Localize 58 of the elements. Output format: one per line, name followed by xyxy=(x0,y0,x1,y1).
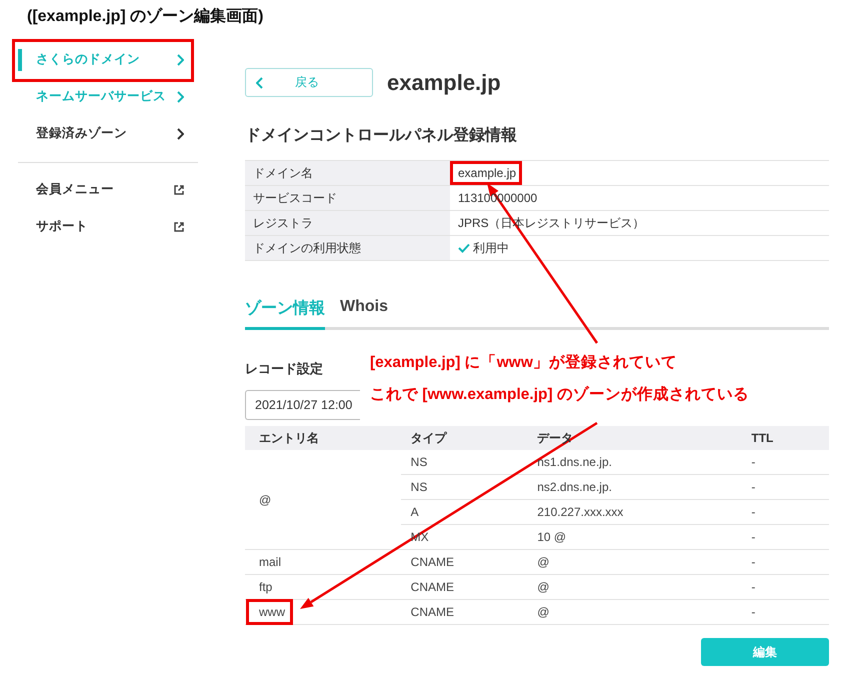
table-cell: ドメイン名 xyxy=(245,161,450,185)
chevron-right-icon xyxy=(176,54,184,66)
table-cell: NS xyxy=(410,455,428,469)
sidebar-item-label: さくらのドメイン xyxy=(36,51,140,68)
annotation-text: これで [www.example.jp] のゾーンが作成されている xyxy=(370,384,749,405)
chevron-left-icon xyxy=(256,76,264,88)
table-cell: 利用中 xyxy=(473,240,509,256)
tab[interactable]: Whois xyxy=(340,298,388,330)
date-field[interactable]: 2021/10/27 12:00 xyxy=(245,390,360,420)
sidebar-item-label: 会員メニュー xyxy=(36,181,114,198)
external-link-icon xyxy=(174,184,184,194)
table-cell: - xyxy=(751,480,756,494)
table-cell: CNAME xyxy=(410,580,454,594)
table-cell: CNAME xyxy=(410,555,454,569)
table-cell: www xyxy=(259,605,285,619)
sidebar-item-label: 登録済みゾーン xyxy=(36,125,127,142)
table-cell: example.jp xyxy=(458,166,516,180)
annotation-text: [example.jp] に「www」が登録されていて xyxy=(370,353,678,373)
table-cell: ftp xyxy=(259,580,272,594)
chevron-right-icon xyxy=(176,90,184,102)
table-cell: サービスコード xyxy=(245,186,450,210)
table-cell: NS xyxy=(410,480,428,494)
table-cell: レジストラ xyxy=(245,211,450,235)
table-cell: - xyxy=(751,605,756,619)
check-icon xyxy=(458,243,470,253)
table-cell: - xyxy=(751,455,756,469)
table-cell: CNAME xyxy=(410,605,454,619)
section-heading: レコード設定 xyxy=(245,360,323,378)
table-cell: 10 @ xyxy=(537,530,566,544)
table-cell: mail xyxy=(259,555,282,569)
chevron-right-icon xyxy=(176,128,184,140)
table-cell: ns2.dns.ne.jp. xyxy=(537,480,612,494)
sidebar-item[interactable]: 会員メニュー xyxy=(18,171,198,208)
table-cell: @ xyxy=(537,605,550,619)
selection-bar xyxy=(18,49,22,71)
external-link-icon xyxy=(174,222,184,232)
table-cell: @ xyxy=(537,580,550,594)
table-cell: - xyxy=(751,555,756,569)
column-header: エントリ名 xyxy=(259,430,319,444)
page-title: ([example.jp] のゾーン編集画面) xyxy=(27,6,264,27)
table-cell: ドメインの利用状態 xyxy=(245,236,450,260)
column-header: データ xyxy=(537,430,574,444)
table-cell: - xyxy=(751,580,756,594)
domain-title: example.jp xyxy=(387,70,501,96)
table-cell: @ xyxy=(537,555,550,569)
sidebar-item[interactable]: サポート xyxy=(18,208,198,245)
column-header: TTL xyxy=(751,431,774,445)
section-heading: ドメインコントロールパネル登録情報 xyxy=(245,126,517,146)
table-cell: ns1.dns.ne.jp. xyxy=(537,455,612,469)
sidebar-item-label: ネームサーバサービス xyxy=(36,88,166,105)
sidebar-item-label: サポート xyxy=(36,218,88,235)
table-cell: A xyxy=(410,505,419,519)
table-cell: - xyxy=(751,530,756,544)
table-cell: @ xyxy=(259,492,272,506)
column-header: タイプ xyxy=(410,430,447,444)
table-cell: 210.227.xxx.xxx xyxy=(537,505,624,519)
table-cell: - xyxy=(751,505,756,519)
sidebar-item[interactable]: 登録済みゾーン xyxy=(18,115,198,152)
